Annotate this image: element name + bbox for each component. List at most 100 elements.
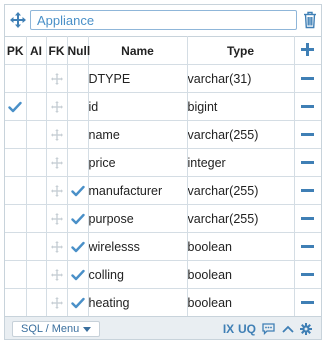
remove-column-button[interactable] xyxy=(293,260,321,289)
column-row: heating boolean xyxy=(5,288,321,317)
check-icon xyxy=(70,213,85,224)
null-checkbox[interactable] xyxy=(66,260,89,289)
move-entity-button[interactable] xyxy=(8,10,28,30)
pk-checkbox[interactable] xyxy=(5,176,27,205)
remove-column-button[interactable] xyxy=(293,176,321,205)
ai-header: AI xyxy=(25,36,47,65)
null-checkbox[interactable] xyxy=(66,92,89,121)
fk-drag-handle[interactable] xyxy=(45,92,68,121)
collapse-button[interactable] xyxy=(281,320,295,338)
column-name[interactable]: purpose xyxy=(87,204,188,233)
drag-handle-icon xyxy=(50,72,63,85)
entity-header xyxy=(5,5,321,35)
ai-checkbox[interactable] xyxy=(25,64,47,93)
remove-column-button[interactable] xyxy=(293,120,321,149)
column-name[interactable]: wirelesss xyxy=(87,232,188,261)
entity-footer: SQL / Menu IX UQ xyxy=(5,316,321,339)
drag-handle-icon xyxy=(50,296,63,309)
fk-drag-handle[interactable] xyxy=(45,120,68,149)
pk-checkbox[interactable] xyxy=(5,232,27,261)
ai-checkbox[interactable] xyxy=(25,148,47,177)
pk-checkbox[interactable] xyxy=(5,120,27,149)
fk-drag-handle[interactable] xyxy=(45,260,68,289)
remove-column-button[interactable] xyxy=(293,148,321,177)
fk-drag-handle[interactable] xyxy=(45,64,68,93)
null-header: Null xyxy=(66,36,90,65)
pk-checkbox[interactable] xyxy=(5,288,27,317)
column-type[interactable]: varchar(255) xyxy=(186,120,295,149)
column-type[interactable]: varchar(255) xyxy=(186,176,295,205)
unique-button[interactable]: UQ xyxy=(237,320,257,338)
columns-header-row: PK AI FK Null Name Type xyxy=(5,36,321,65)
column-type[interactable]: boolean xyxy=(186,260,295,289)
minus-icon xyxy=(301,300,315,304)
column-type[interactable]: boolean xyxy=(186,232,295,261)
fk-drag-handle[interactable] xyxy=(45,204,68,233)
column-name[interactable]: manufacturer xyxy=(87,176,188,205)
drag-handle-icon xyxy=(50,156,63,169)
column-name[interactable]: price xyxy=(87,148,188,177)
null-checkbox[interactable] xyxy=(66,204,89,233)
column-type[interactable]: varchar(31) xyxy=(186,64,295,93)
remove-column-button[interactable] xyxy=(293,232,321,261)
column-type[interactable]: boolean xyxy=(186,288,295,317)
entity-name-input[interactable] xyxy=(30,10,297,30)
delete-entity-button[interactable] xyxy=(301,9,319,31)
drag-handle-icon xyxy=(50,128,63,141)
fk-drag-handle[interactable] xyxy=(45,148,68,177)
column-name[interactable]: heating xyxy=(87,288,188,317)
remove-column-button[interactable] xyxy=(293,204,321,233)
pk-checkbox[interactable] xyxy=(5,64,27,93)
column-name[interactable]: name xyxy=(87,120,188,149)
remove-column-button[interactable] xyxy=(293,288,321,317)
null-checkbox[interactable] xyxy=(66,176,89,205)
column-type[interactable]: varchar(255) xyxy=(186,204,295,233)
sql-menu-button[interactable]: SQL / Menu xyxy=(12,321,101,337)
ai-checkbox[interactable] xyxy=(25,232,47,261)
column-type[interactable]: integer xyxy=(186,148,295,177)
add-column-button[interactable] xyxy=(293,36,321,65)
fk-drag-handle[interactable] xyxy=(45,176,68,205)
drag-handle-icon xyxy=(50,268,63,281)
drag-handle-icon xyxy=(50,184,63,197)
null-checkbox[interactable] xyxy=(66,148,89,177)
column-name[interactable]: id xyxy=(87,92,188,121)
check-icon xyxy=(70,241,85,252)
name-header: Name xyxy=(87,36,188,65)
check-icon xyxy=(70,269,85,280)
null-checkbox[interactable] xyxy=(66,232,89,261)
fk-drag-handle[interactable] xyxy=(45,232,68,261)
ai-checkbox[interactable] xyxy=(25,176,47,205)
pk-checkbox[interactable] xyxy=(5,260,27,289)
entity-box: PK AI FK Null Name Type DTYPEvarchar(31)… xyxy=(4,4,322,340)
fk-drag-handle[interactable] xyxy=(45,288,68,317)
comment-icon xyxy=(261,323,275,335)
null-checkbox[interactable] xyxy=(66,64,89,93)
ai-checkbox[interactable] xyxy=(25,120,47,149)
type-header: Type xyxy=(186,36,295,65)
pk-checkbox[interactable] xyxy=(5,148,27,177)
minus-icon xyxy=(301,76,315,80)
ai-checkbox[interactable] xyxy=(25,92,47,121)
settings-button[interactable] xyxy=(299,320,313,338)
pk-checkbox[interactable] xyxy=(5,204,27,233)
plus-icon xyxy=(301,42,315,56)
null-checkbox[interactable] xyxy=(66,120,89,149)
remove-column-button[interactable] xyxy=(293,92,321,121)
column-row: manufacturer varchar(255) xyxy=(5,176,321,205)
remove-column-button[interactable] xyxy=(293,64,321,93)
ai-checkbox[interactable] xyxy=(25,204,47,233)
null-checkbox[interactable] xyxy=(66,288,89,317)
ai-checkbox[interactable] xyxy=(25,260,47,289)
fk-header: FK xyxy=(45,36,68,65)
comment-button[interactable] xyxy=(261,320,275,338)
ai-checkbox[interactable] xyxy=(25,288,47,317)
index-button[interactable]: IX xyxy=(222,320,235,338)
column-row: colling boolean xyxy=(5,260,321,289)
pk-checkbox[interactable] xyxy=(5,92,27,121)
column-name[interactable]: DTYPE xyxy=(87,64,188,93)
drag-handle-icon xyxy=(50,240,63,253)
column-name[interactable]: colling xyxy=(87,260,188,289)
column-row: price integer xyxy=(5,148,321,177)
column-type[interactable]: bigint xyxy=(186,92,295,121)
